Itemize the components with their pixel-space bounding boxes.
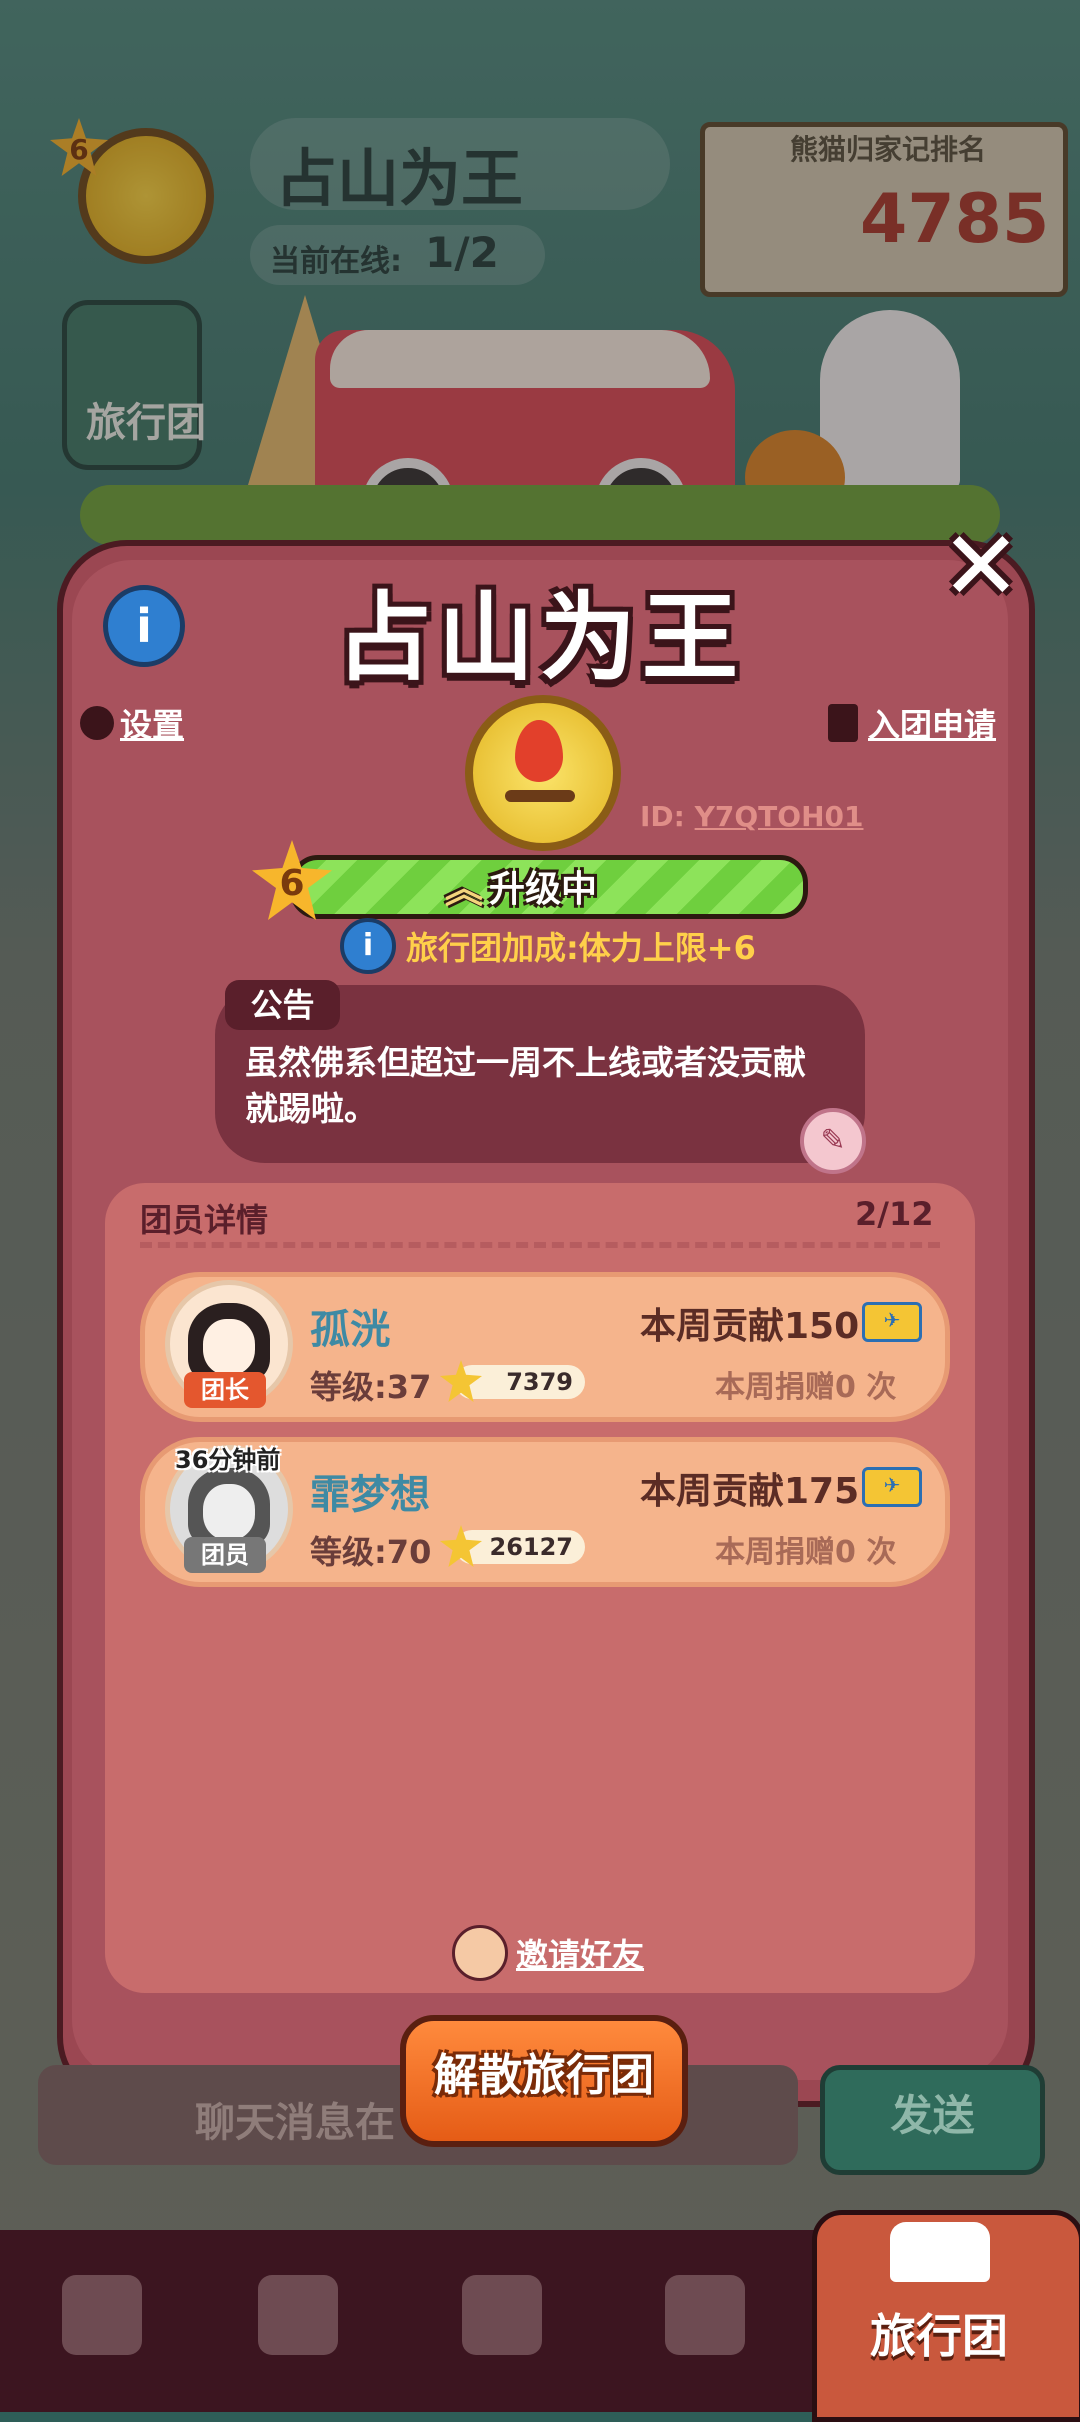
invite-label: 邀请好友: [516, 1936, 645, 1974]
map-pin-icon[interactable]: [665, 2275, 745, 2355]
role-tag: 团长: [184, 1372, 266, 1408]
invite-friends-link[interactable]: 邀请好友: [452, 1925, 644, 1981]
info-icon[interactable]: i: [103, 585, 185, 667]
ticket-icon: ✈: [862, 1467, 922, 1507]
join-requests-label: 入团申请: [868, 706, 997, 744]
team-id[interactable]: ID: Y7QTOH01: [640, 800, 863, 833]
member-stars: 7379: [455, 1365, 585, 1399]
team-id-prefix: ID:: [640, 800, 685, 833]
settings-link[interactable]: 设置: [80, 700, 184, 746]
campfire-logs: [505, 790, 575, 802]
member-stars: 26127: [455, 1530, 585, 1564]
level-status: ︽ 升级中: [445, 858, 597, 913]
weekly-donation: 本周捐赠0 次: [715, 1370, 897, 1405]
notice-tab: 公告: [225, 980, 340, 1030]
members-header: 团员详情: [140, 1201, 269, 1239]
weekly-contribution: 本周贡献150: [640, 1306, 860, 1347]
notice-text: 虽然佛系但超过一周不上线或者没贡献就踢啦。: [245, 1043, 806, 1128]
member-level: 等级:37: [310, 1368, 432, 1406]
gear-icon: [80, 706, 114, 740]
bus-icon: [890, 2222, 990, 2282]
close-icon[interactable]: ✕: [935, 518, 1027, 614]
add-friend-icon: [452, 1925, 508, 1981]
disband-group-button[interactable]: 解散旅行团: [400, 2015, 688, 2147]
service-bell-icon[interactable]: [462, 2275, 542, 2355]
role-tag: 团员: [184, 1537, 266, 1573]
member-level: 等级:70: [310, 1533, 432, 1571]
chat-placeholder: 聊天消息在: [195, 2100, 395, 2146]
divider: [140, 1242, 940, 1248]
cards-icon[interactable]: [258, 2275, 338, 2355]
edit-pencil-icon[interactable]: ✎: [800, 1108, 866, 1174]
tab-travel-group-label: 旅行团: [870, 2309, 1008, 2363]
weekly-donation: 本周捐赠0 次: [715, 1535, 897, 1570]
settings-label: 设置: [120, 706, 185, 744]
member-name: 霏梦想: [310, 1472, 430, 1518]
send-button[interactable]: 发送: [820, 2065, 1045, 2175]
document-icon: [828, 704, 858, 742]
chevron-up-icon: ︽: [445, 867, 484, 911]
level-status-label: 升级中: [489, 868, 598, 910]
group-bonus: i 旅行团加成:体力上限+6: [340, 918, 756, 974]
team-id-value: Y7QTOH01: [694, 800, 864, 833]
members-count: 2/12: [855, 1195, 934, 1233]
info-icon[interactable]: i: [340, 918, 396, 974]
weekly-contribution: 本周贡献175: [640, 1471, 860, 1512]
last-online: 36分钟前: [175, 1446, 281, 1474]
bag-icon[interactable]: [62, 2275, 142, 2355]
join-requests-link[interactable]: 入团申请: [828, 700, 996, 746]
ticket-icon: ✈: [862, 1302, 922, 1342]
bonus-text: 旅行团加成:体力上限+6: [406, 929, 756, 967]
member-name: 孤洸: [310, 1307, 390, 1353]
